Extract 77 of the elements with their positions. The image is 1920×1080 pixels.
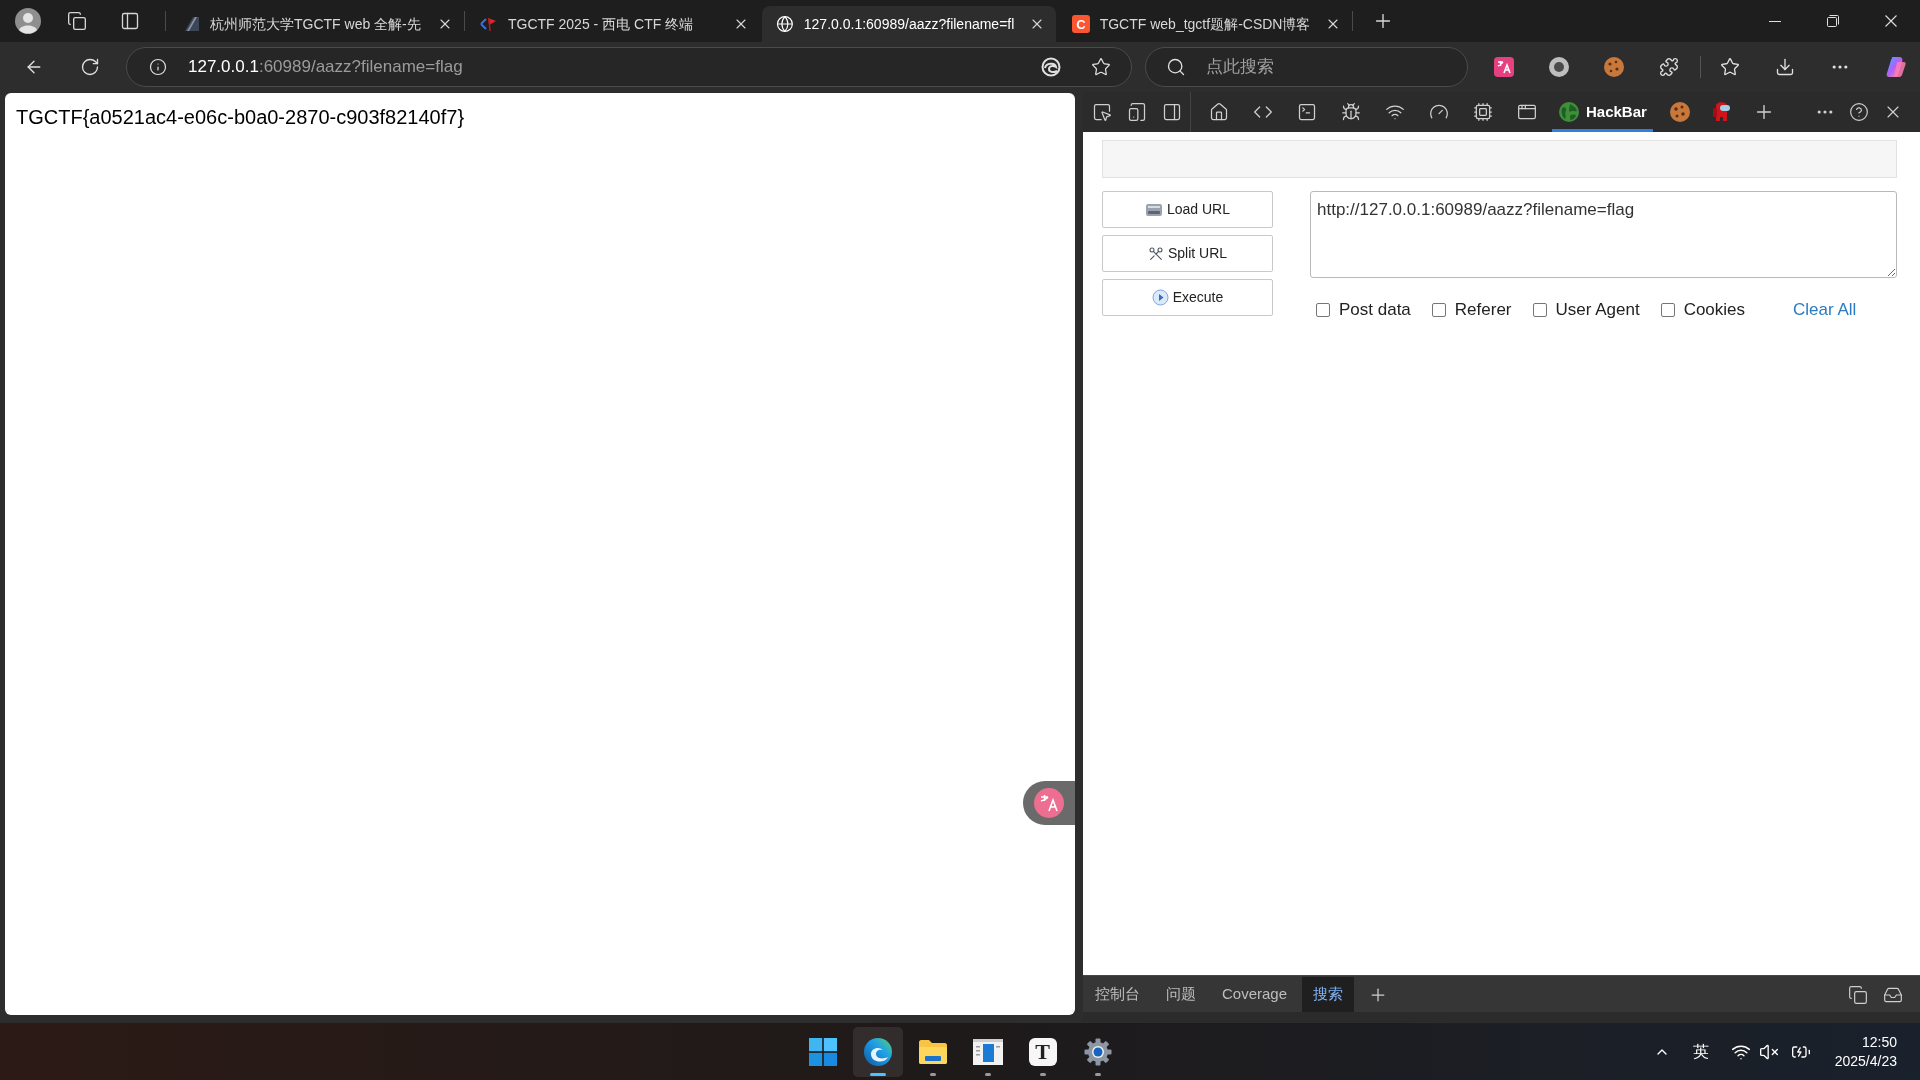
swirl-logo-icon xyxy=(862,1036,893,1067)
hackbar-button[interactable]: Load URL xyxy=(1102,191,1273,228)
restore-icon xyxy=(1827,15,1839,27)
drawer-tab[interactable]: 控制台 xyxy=(1084,977,1151,1012)
device-icon[interactable] xyxy=(1127,102,1147,122)
drawer-tab[interactable]: 问题 xyxy=(1155,977,1207,1012)
ring-icon[interactable] xyxy=(1549,57,1569,77)
browser-tab[interactable]: 杭州师范大学TGCTF web 全解-先 xyxy=(170,6,464,42)
panel-icon[interactable] xyxy=(1162,102,1182,122)
play-icon xyxy=(1151,289,1169,306)
stacked-squares-icon[interactable] xyxy=(1848,984,1868,1005)
input-language-indicator[interactable]: 英 xyxy=(1692,1039,1709,1064)
browser-tab[interactable]: 127.0.0.1:60989/aazz?filename=fl xyxy=(762,6,1056,42)
page-text: TGCTF{a0521ac4-e06c-b0a0-2870-c903f82140f7} xyxy=(16,105,465,130)
checkbox[interactable] xyxy=(1431,302,1446,317)
vertical-tabs-icon[interactable] xyxy=(120,11,140,31)
gradient-logo-icon[interactable] xyxy=(1885,56,1907,78)
chip-icon[interactable] xyxy=(1473,102,1493,122)
help-icon[interactable] xyxy=(1849,102,1869,122)
app-window-icon xyxy=(972,1038,1003,1065)
taskbar-button[interactable] xyxy=(852,1026,903,1077)
taskbar-button[interactable]: T xyxy=(1017,1026,1068,1077)
inspect-icon[interactable] xyxy=(1092,102,1112,122)
clear-all-link[interactable]: Clear All xyxy=(1793,297,1857,323)
checkbox[interactable] xyxy=(1316,302,1330,317)
search-icon xyxy=(1166,57,1186,77)
extensions-icon[interactable] xyxy=(1659,57,1679,77)
url-textarea[interactable]: http://127.0.0.1:60989/aazz?filename=flag xyxy=(1310,191,1897,278)
bug-icon[interactable] xyxy=(1341,102,1361,122)
refresh-icon[interactable] xyxy=(80,57,100,77)
character-icon[interactable] xyxy=(1711,100,1732,124)
cookie-icon[interactable] xyxy=(1604,57,1624,77)
globe-badge-icon xyxy=(1558,101,1580,123)
checkbox[interactable] xyxy=(1660,302,1675,317)
browser-tab[interactable]: TGCTF 2025 - 西电 CTF 终端 xyxy=(466,6,760,42)
download-icon[interactable] xyxy=(1775,57,1795,77)
hackbar-button[interactable]: Execute xyxy=(1102,279,1273,316)
url-host: 127.0.0.1 xyxy=(188,56,259,79)
hackbar-button[interactable]: Split URL xyxy=(1102,235,1273,272)
option-label: User Agent xyxy=(1555,299,1640,321)
favorite-star-icon[interactable] xyxy=(1091,57,1111,77)
checkbox[interactable] xyxy=(1532,302,1547,317)
grid-logo-icon xyxy=(808,1037,837,1066)
slanted-logo-icon xyxy=(184,16,200,32)
address-bar[interactable]: 127.0.0.1:60989/aazz?filename=flag xyxy=(126,47,1132,87)
cookie-icon[interactable] xyxy=(1668,101,1691,123)
option-label: Cookies xyxy=(1683,299,1746,321)
clock-time[interactable]: 12:50 xyxy=(1861,1032,1897,1052)
scissors-icon xyxy=(1147,245,1164,262)
folder-icon xyxy=(917,1038,948,1065)
favorites-icon[interactable] xyxy=(1720,57,1740,77)
info-icon[interactable] xyxy=(149,58,167,76)
letter-tile: T xyxy=(1028,1037,1057,1066)
translate-icon xyxy=(1034,788,1064,818)
drawer-tab[interactable]: 搜索 xyxy=(1302,977,1355,1012)
browser-tab[interactable]: C TGCTF web_tgctf题解-CSDN博客 xyxy=(1058,6,1352,42)
gear-icon xyxy=(1083,1037,1112,1066)
drive-icon xyxy=(1144,203,1163,216)
swirl-icon[interactable] xyxy=(1041,57,1061,77)
search-field[interactable]: 点此搜索 xyxy=(1145,47,1468,87)
avatar-icon[interactable] xyxy=(15,8,41,34)
minimize-icon xyxy=(1769,20,1781,22)
workspaces-icon[interactable] xyxy=(67,11,87,31)
option-label: Referer xyxy=(1454,299,1512,321)
close-icon xyxy=(1885,15,1897,27)
drawer-tab[interactable]: Coverage xyxy=(1211,977,1299,1012)
site-logo: C xyxy=(1072,15,1090,33)
globe-icon xyxy=(776,15,794,33)
app-window-icon[interactable] xyxy=(1517,102,1537,122)
clock-date[interactable]: 2025/4/23 xyxy=(1834,1051,1897,1071)
home-icon[interactable] xyxy=(1209,102,1229,122)
terminal-icon[interactable] xyxy=(1297,102,1317,122)
option-label: Post data xyxy=(1339,299,1411,321)
url-path: :60989/aazz?filename=flag xyxy=(258,56,463,79)
translate-float-button[interactable] xyxy=(1023,781,1075,825)
translate-icon[interactable] xyxy=(1494,57,1514,77)
flag-icon xyxy=(480,16,498,32)
